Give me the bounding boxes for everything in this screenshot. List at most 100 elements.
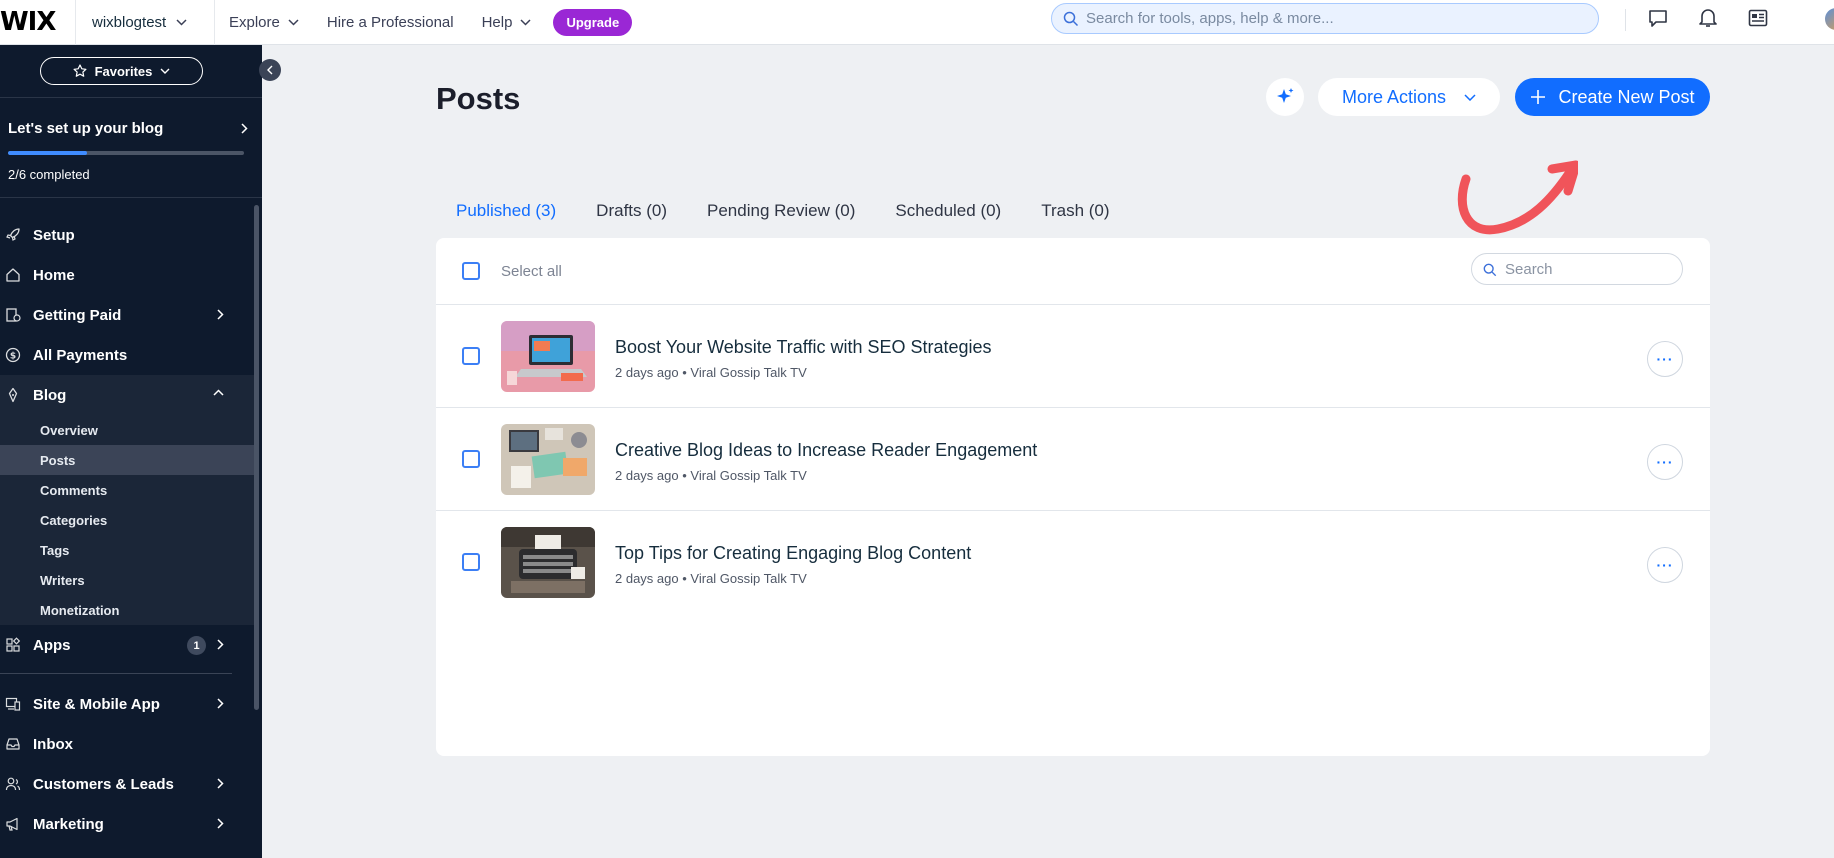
apps-icon [5,637,29,653]
create-new-post-label: Create New Post [1558,86,1695,107]
search-icon [1063,11,1079,27]
sidebar-item-label: Customers & Leads [33,775,174,793]
sidebar-item-getting-paid[interactable]: Getting Paid [0,295,254,335]
sidebar-subitem-tags[interactable]: Tags [0,535,254,565]
post-title[interactable]: Boost Your Website Traffic with SEO Stra… [615,337,992,358]
more-actions-button[interactable]: More Actions [1318,78,1500,116]
setup-progress-card[interactable]: Let's set up your blog 2/6 completed [8,120,248,182]
setup-title: Let's set up your blog [8,120,164,137]
sidebar-subitem-writers[interactable]: Writers [0,565,254,595]
nav-explore[interactable]: Explore [229,14,299,31]
row-more-actions-button[interactable]: ··· [1647,547,1683,583]
sidebar-item-blog[interactable]: Blog [0,375,254,415]
row-checkbox[interactable] [462,450,480,468]
chevron-down-icon [1464,93,1476,101]
posts-search-input[interactable]: Search [1471,253,1683,285]
sidebar-item-site-mobile-app[interactable]: Site & Mobile App [0,684,254,724]
sidebar-subitem-posts[interactable]: Posts [0,445,254,475]
blog-subnav: Overview Posts Comments Categories Tags … [0,415,254,625]
create-new-post-button[interactable]: Create New Post [1515,78,1710,116]
sidebar-item-label: Apps [33,636,71,654]
site-name: wixblogtest [92,13,167,31]
sidebar-item-home[interactable]: Home [0,255,254,295]
page-title: Posts [436,81,521,116]
post-title[interactable]: Creative Blog Ideas to Increase Reader E… [615,440,1037,461]
select-all-label: Select all [501,263,562,280]
inbox-icon [5,736,29,752]
newspaper-icon[interactable] [1748,9,1768,27]
table-row[interactable]: Top Tips for Creating Engaging Blog Cont… [436,511,1710,614]
posts-list-card: Select all Search Boost Your Website Tra… [436,238,1710,756]
row-more-actions-button[interactable]: ··· [1647,444,1683,480]
post-meta: 2 days ago • Viral Gossip Talk TV [615,365,807,380]
sidebar: Favorites Let's set up your blog 2/6 com… [0,45,262,858]
chevron-down-icon [288,18,299,26]
invoice-icon [5,307,29,323]
post-time: 2 days ago [615,365,679,380]
star-icon [73,64,87,77]
search-icon [1483,263,1497,277]
sidebar-item-all-payments[interactable]: $ All Payments [0,335,254,375]
chevron-right-icon [217,818,224,829]
post-meta: 2 days ago • Viral Gossip Talk TV [615,468,807,483]
sidebar-item-inbox[interactable]: Inbox [0,724,254,764]
row-checkbox[interactable] [462,347,480,365]
sidebar-item-label: Setup [33,226,75,244]
collapse-sidebar-button[interactable] [259,59,281,81]
nav-hire-professional[interactable]: Hire a Professional [327,14,454,31]
sidebar-item-label: Marketing [33,815,104,833]
chat-icon[interactable] [1648,9,1668,28]
sidebar-scrollbar[interactable] [254,205,259,710]
top-bar: WIX wixblogtest Explore Hire a Professio… [0,0,1834,45]
post-title[interactable]: Top Tips for Creating Engaging Blog Cont… [615,543,971,564]
meta-separator: • [682,468,687,483]
chevron-up-icon [213,389,224,396]
wix-logo[interactable]: WIX [0,7,75,37]
avatar[interactable] [1825,8,1834,30]
site-selector[interactable]: wixblogtest [75,0,215,45]
sidebar-item-setup[interactable]: Setup [0,215,254,255]
meta-separator: • [682,571,687,586]
ai-assistant-button[interactable] [1266,78,1304,116]
main-content: Posts More Actions Create New Post Publi… [262,45,1834,858]
sidebar-item-marketing[interactable]: Marketing [0,804,254,844]
apps-count-badge: 1 [187,636,206,655]
sidebar-subitem-categories[interactable]: Categories [0,505,254,535]
sidebar-nav: Setup Home Getting Paid $ All Payments B… [0,215,254,844]
table-row[interactable]: Boost Your Website Traffic with SEO Stra… [436,305,1710,408]
sidebar-item-label: Inbox [33,735,73,753]
sidebar-item-label: Getting Paid [33,306,122,324]
sidebar-item-customers-leads[interactable]: Customers & Leads [0,764,254,804]
bell-icon[interactable] [1699,8,1717,28]
nav-hire-label: Hire a Professional [326,13,454,31]
favorites-button[interactable]: Favorites [40,57,203,85]
megaphone-icon [5,816,29,832]
more-actions-label: More Actions [1341,86,1447,107]
upgrade-button[interactable]: Upgrade [553,8,633,36]
select-all-checkbox[interactable] [462,262,480,280]
global-search-placeholder: Search for tools, apps, help & more... [1086,10,1334,27]
sidebar-subitem-overview[interactable]: Overview [0,415,254,445]
home-icon [5,267,29,283]
post-author: Viral Gossip Talk TV [690,571,807,586]
table-row[interactable]: Creative Blog Ideas to Increase Reader E… [436,408,1710,511]
favorites-label: Favorites [94,63,153,79]
users-icon [5,776,29,792]
row-checkbox[interactable] [462,553,480,571]
post-time: 2 days ago [615,571,679,586]
dollar-icon: $ [5,347,29,363]
row-more-actions-button[interactable]: ··· [1647,341,1683,377]
nav-help[interactable]: Help [482,14,532,31]
chevron-down-icon [520,18,531,26]
divider [0,97,262,98]
sidebar-subitem-monetization[interactable]: Monetization [0,595,254,625]
meta-separator: • [682,365,687,380]
posts-search-placeholder: Search [1505,260,1553,278]
sidebar-item-apps[interactable]: Apps 1 [0,625,254,665]
global-search-input[interactable]: Search for tools, apps, help & more... [1051,3,1599,34]
divider [0,673,232,674]
sparkle-icon [1277,88,1294,103]
rocket-icon [5,227,29,243]
sidebar-subitem-comments[interactable]: Comments [0,475,254,505]
setup-title-row: Let's set up your blog [8,120,248,137]
